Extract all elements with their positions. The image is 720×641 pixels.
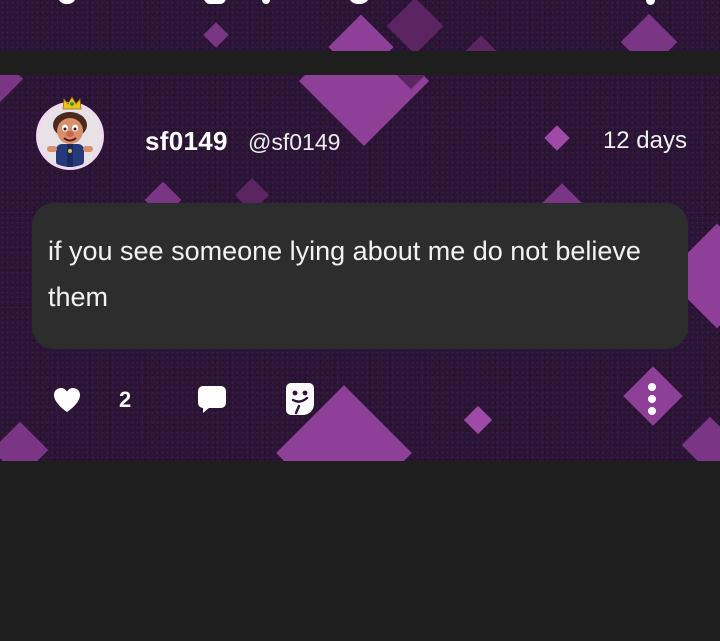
background-diamond — [328, 14, 394, 51]
more-vertical-icon[interactable] — [646, 0, 655, 5]
background-diamond — [620, 13, 678, 51]
background-diamond — [203, 22, 229, 48]
dot-icon — [262, 0, 270, 4]
like-button[interactable] — [52, 386, 82, 419]
feed: sf0149 @sf0149 12 days if you see someon… — [0, 0, 720, 641]
background-diamond — [544, 125, 570, 151]
reply-sticker-icon[interactable] — [348, 0, 370, 4]
background-diamond — [463, 405, 493, 435]
previous-post — [0, 0, 720, 51]
background-diamond — [681, 416, 720, 461]
author-handle[interactable]: @sf0149 — [248, 129, 340, 156]
puppet-avatar-icon — [39, 105, 101, 167]
reply-sticker-icon — [286, 383, 314, 415]
heart-icon[interactable] — [58, 0, 76, 4]
author-name[interactable]: sf0149 — [145, 126, 228, 157]
comment-bubble-icon[interactable] — [204, 0, 226, 4]
post-timestamp: 12 days — [602, 127, 687, 154]
empty-feed-area — [0, 461, 720, 641]
background-diamond — [0, 421, 49, 461]
background-diamond — [386, 0, 444, 51]
background-diamond — [465, 35, 497, 51]
like-count: 2 — [119, 387, 132, 412]
background-diamond — [0, 75, 24, 111]
more-vertical-icon — [648, 383, 656, 415]
post-content[interactable]: if you see someone lying about me do not… — [32, 203, 688, 349]
more-options-button[interactable] — [645, 382, 659, 421]
comment-bubble-icon — [198, 386, 226, 413]
post-text: if you see someone lying about me do not… — [48, 236, 641, 312]
heart-icon — [54, 388, 80, 412]
avatar-image — [39, 105, 101, 167]
avatar[interactable] — [36, 102, 104, 170]
post-separator — [0, 51, 720, 75]
comment-button[interactable] — [197, 384, 227, 419]
crown-icon — [62, 96, 82, 110]
reply-button[interactable] — [285, 382, 315, 421]
